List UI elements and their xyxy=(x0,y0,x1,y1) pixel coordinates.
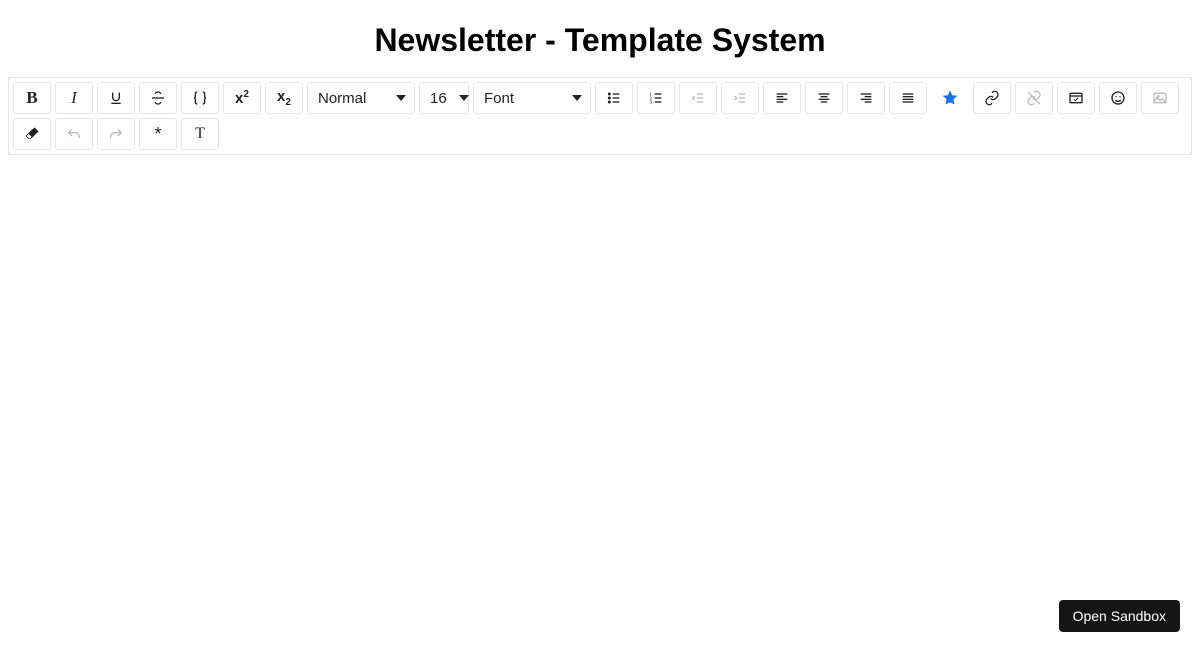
embed-button[interactable] xyxy=(1057,82,1095,114)
format-select-label: Normal xyxy=(318,90,366,107)
indent-icon xyxy=(732,90,748,106)
chevron-down-icon xyxy=(459,95,469,101)
unlink-icon xyxy=(1026,90,1042,106)
open-sandbox-button[interactable]: Open Sandbox xyxy=(1059,600,1180,632)
code-block-button[interactable] xyxy=(181,82,219,114)
font-family-select-label: Font xyxy=(484,90,514,107)
link-icon xyxy=(984,90,1000,106)
align-left-icon xyxy=(774,90,790,106)
bold-button[interactable]: B xyxy=(13,82,51,114)
font-size-select[interactable]: 16 xyxy=(419,82,469,114)
indent-button[interactable] xyxy=(721,82,759,114)
special-char-button[interactable]: * xyxy=(139,118,177,150)
eraser-icon xyxy=(24,126,40,142)
image-button[interactable] xyxy=(1141,82,1179,114)
bold-icon: B xyxy=(26,88,37,108)
redo-icon xyxy=(108,126,124,142)
superscript-button[interactable]: x2 xyxy=(223,82,261,114)
svg-text:3: 3 xyxy=(649,99,652,104)
clear-format-icon: T xyxy=(195,125,205,143)
outdent-button[interactable] xyxy=(679,82,717,114)
align-left-button[interactable] xyxy=(763,82,801,114)
braces-icon xyxy=(192,90,208,106)
star-button[interactable] xyxy=(931,82,969,114)
format-select[interactable]: Normal xyxy=(307,82,415,114)
emoji-icon xyxy=(1110,90,1126,106)
chevron-down-icon xyxy=(396,95,406,101)
embed-icon xyxy=(1068,90,1084,106)
align-justify-icon xyxy=(900,90,916,106)
ordered-list-button[interactable]: 123 xyxy=(637,82,675,114)
eraser-button[interactable] xyxy=(13,118,51,150)
subscript-icon: x2 xyxy=(277,88,291,108)
emoji-button[interactable] xyxy=(1099,82,1137,114)
align-center-icon xyxy=(816,90,832,106)
font-family-select[interactable]: Font xyxy=(473,82,591,114)
outdent-icon xyxy=(690,90,706,106)
italic-icon: I xyxy=(71,88,77,108)
subscript-button[interactable]: x2 xyxy=(265,82,303,114)
italic-button[interactable]: I xyxy=(55,82,93,114)
unordered-list-button[interactable] xyxy=(595,82,633,114)
align-right-icon xyxy=(858,90,874,106)
redo-button[interactable] xyxy=(97,118,135,150)
chevron-down-icon xyxy=(572,95,582,101)
align-center-button[interactable] xyxy=(805,82,843,114)
star-icon xyxy=(941,89,959,107)
unlink-button[interactable] xyxy=(1015,82,1053,114)
page-title: Newsletter - Template System xyxy=(0,22,1200,59)
image-icon xyxy=(1152,90,1168,106)
strikethrough-button[interactable] xyxy=(139,82,177,114)
asterisk-icon: * xyxy=(154,125,161,143)
undo-icon xyxy=(66,126,82,142)
link-button[interactable] xyxy=(973,82,1011,114)
strikethrough-icon xyxy=(150,90,166,106)
underline-button[interactable] xyxy=(97,82,135,114)
bullet-list-icon xyxy=(606,90,622,106)
numbered-list-icon: 123 xyxy=(648,90,664,106)
clear-format-button[interactable]: T xyxy=(181,118,219,150)
editor-toolbar: B I x2 x2 Normal 16 Font 123 xyxy=(8,77,1192,155)
font-size-select-label: 16 xyxy=(430,90,447,107)
undo-button[interactable] xyxy=(55,118,93,150)
align-justify-button[interactable] xyxy=(889,82,927,114)
superscript-icon: x2 xyxy=(235,89,249,107)
align-right-button[interactable] xyxy=(847,82,885,114)
underline-icon xyxy=(108,90,124,106)
